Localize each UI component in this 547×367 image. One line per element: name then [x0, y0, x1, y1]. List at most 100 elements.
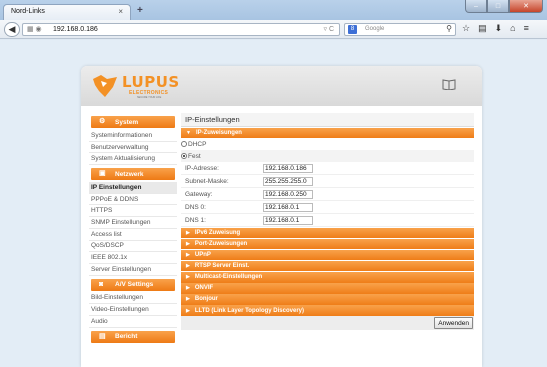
browser-navbar: ◀ ▦ ◉ 192.168.0.186 ▿ C 8 Google ⚲ ☆ ▤ ⬇… — [0, 20, 547, 39]
section-label: ONVIF — [194, 285, 214, 292]
network-icon: ▣ — [99, 170, 106, 178]
chevron-right-icon: ▶ — [186, 263, 190, 270]
dhcp-radio[interactable] — [181, 141, 187, 148]
section-rtsp-server[interactable]: ▶ RTSP Server Einst. — [181, 260, 474, 272]
dns0-field[interactable] — [263, 202, 313, 212]
sidebar-group-netzwerk[interactable]: ▣ Netzwerk — [91, 168, 175, 181]
sidebar-item-systeminformationen[interactable]: Systeminformationen — [89, 130, 177, 142]
sidebar-item-ip-einstellungen[interactable]: IP Einstellungen — [89, 182, 177, 194]
ip-address-label: IP-Adresse: — [185, 164, 219, 172]
search-engine-icon[interactable]: 8 — [348, 25, 357, 34]
home-icon[interactable]: ⌂ — [510, 23, 515, 34]
chevron-right-icon: ▶ — [186, 274, 190, 281]
section-upnp[interactable]: ▶ UPnP — [181, 249, 474, 261]
browser-tab[interactable]: Nord-Links × — [3, 4, 131, 20]
section-label: IP-Zuweisungen — [195, 129, 242, 136]
chevron-down-icon: ▼ — [186, 129, 191, 136]
url-text: 192.168.0.186 — [53, 26, 98, 33]
maximize-button[interactable]: □ — [487, 0, 509, 13]
brand-tagline: SECURE YOUR LIFE — [137, 96, 162, 99]
chevron-right-icon: ▶ — [186, 296, 190, 303]
chevron-right-icon: ▶ — [186, 229, 190, 236]
gateway-label: Gateway: — [185, 190, 213, 198]
sidebar-item-bild-einstellungen[interactable]: Bild-Einstellungen — [89, 293, 177, 305]
section-multicast[interactable]: ▶ Multicast-Einstellungen — [181, 271, 474, 283]
sidebar-item-ieee-8021x[interactable]: IEEE 802.1x — [89, 252, 177, 264]
sidebar-item-pppoe-ddns[interactable]: PPPoE & DDNS — [89, 194, 177, 206]
chevron-right-icon: ▶ — [186, 285, 190, 292]
sidebar-item-https[interactable]: HTTPS — [89, 205, 177, 218]
sidebar: ⚙ System Systeminformationen Benutzerver… — [89, 113, 177, 345]
download-icon[interactable]: ⬇ — [495, 23, 503, 34]
subnet-mask-label: Subnet-Maske: — [185, 177, 229, 185]
search-box[interactable]: 8 Google ⚲ — [344, 23, 456, 36]
section-port-zuweisungen[interactable]: ▶ Port-Zuweisungen — [181, 238, 474, 250]
sidebar-group-bericht[interactable]: ▤ Bericht — [91, 330, 175, 343]
section-label: IPv6 Zuweisung — [194, 229, 241, 236]
page-title: IP-Einstellungen — [181, 113, 474, 127]
sidebar-item-snmp[interactable]: SNMP Einstellungen — [89, 217, 177, 229]
sidebar-group-av-settings[interactable]: ◙ A/V Settings — [91, 278, 175, 291]
bookmarks-list-icon[interactable]: ▤ — [478, 23, 487, 34]
radio-fest-row[interactable]: Fest — [181, 150, 474, 163]
section-bonjour[interactable]: ▶ Bonjour — [181, 294, 474, 305]
menu-icon[interactable]: ≡ — [524, 23, 529, 34]
fest-radio[interactable] — [181, 153, 187, 160]
sidebar-item-server-einstellungen[interactable]: Server Einstellungen — [89, 264, 177, 276]
sidebar-group-title: Bericht — [115, 333, 138, 341]
back-arrow-icon[interactable]: ◀ — [4, 22, 20, 37]
gear-icon: ⚙ — [99, 118, 106, 125]
sidebar-group-system[interactable]: ⚙ System — [91, 116, 175, 128]
section-label: LLTD (Link Layer Topology Discovery) — [194, 307, 304, 314]
section-onvif[interactable]: ▶ ONVIF — [181, 283, 474, 294]
app-card: LUPUS ELECTRONICS SECURE YOUR LIFE ⚙ Sys… — [81, 66, 482, 367]
section-lltd[interactable]: ▶ LLTD (Link Layer Topology Discovery) — [181, 305, 474, 316]
search-icon[interactable]: ⚲ — [446, 24, 452, 33]
new-tab-button[interactable]: + — [137, 5, 143, 16]
report-icon: ▤ — [99, 332, 106, 340]
section-ip-zuweisungen[interactable]: ▼ IP-Zuweisungen — [181, 127, 474, 139]
camera-icon: ◙ — [99, 280, 104, 288]
page-info-icon[interactable]: ▦ ◉ — [27, 25, 42, 33]
subnet-mask-row: Subnet-Maske: — [181, 175, 474, 189]
section-label: Multicast-Einstellungen — [194, 274, 263, 281]
minimize-button[interactable]: – — [465, 0, 487, 13]
ip-address-field[interactable] — [263, 163, 313, 173]
sidebar-group-title: Netzwerk — [115, 170, 144, 178]
section-ipv6-zuweisung[interactable]: ▶ IPv6 Zuweisung — [181, 227, 474, 239]
page-viewport: LUPUS ELECTRONICS SECURE YOUR LIFE ⚙ Sys… — [0, 40, 547, 367]
close-tab-icon[interactable]: × — [118, 7, 123, 16]
tab-title: Nord-Links — [11, 8, 45, 15]
sidebar-item-audio[interactable]: Audio — [89, 316, 177, 328]
sidebar-item-access-list[interactable]: Access list — [89, 229, 177, 241]
dns1-label: DNS 1: — [185, 216, 206, 224]
dns1-row: DNS 1: — [181, 214, 474, 228]
sidebar-item-system-aktualisierung[interactable]: System Aktualisierung — [89, 153, 177, 166]
wolf-logo-icon — [93, 75, 117, 97]
subnet-mask-field[interactable] — [263, 176, 313, 186]
dhcp-label: DHCP — [188, 140, 207, 148]
apply-button[interactable]: Anwenden — [434, 317, 473, 330]
apply-row: Anwenden — [181, 316, 474, 331]
radio-dhcp-row[interactable]: DHCP — [181, 138, 474, 150]
dns1-field[interactable] — [263, 215, 313, 225]
chevron-right-icon: ▶ — [186, 240, 190, 247]
dns0-label: DNS 0: — [185, 203, 206, 211]
manual-book-icon[interactable] — [442, 78, 456, 90]
sidebar-item-qos-dscp[interactable]: QoS/DSCP — [89, 241, 177, 253]
window-controls: – □ ✕ — [465, 0, 543, 13]
close-window-button[interactable]: ✕ — [509, 0, 543, 13]
sidebar-group-title: A/V Settings — [115, 281, 154, 289]
section-label: Bonjour — [194, 296, 218, 303]
bookmark-star-icon[interactable]: ☆ — [462, 23, 470, 34]
sidebar-item-video-einstellungen[interactable]: Video-Einstellungen — [89, 304, 177, 316]
gateway-field[interactable] — [263, 189, 313, 199]
sidebar-item-benutzerverwaltung[interactable]: Benutzerverwaltung — [89, 142, 177, 154]
chevron-right-icon: ▶ — [186, 307, 190, 314]
reload-icon[interactable]: ▿ C — [323, 25, 334, 33]
toolbar-icons: ☆ ▤ ⬇ ⌂ ≡ — [462, 23, 529, 34]
search-placeholder: Google — [365, 26, 385, 32]
section-label: UPnP — [194, 252, 211, 259]
address-bar[interactable]: ▦ ◉ 192.168.0.186 ▿ C — [22, 23, 340, 36]
dns0-row: DNS 0: — [181, 201, 474, 215]
